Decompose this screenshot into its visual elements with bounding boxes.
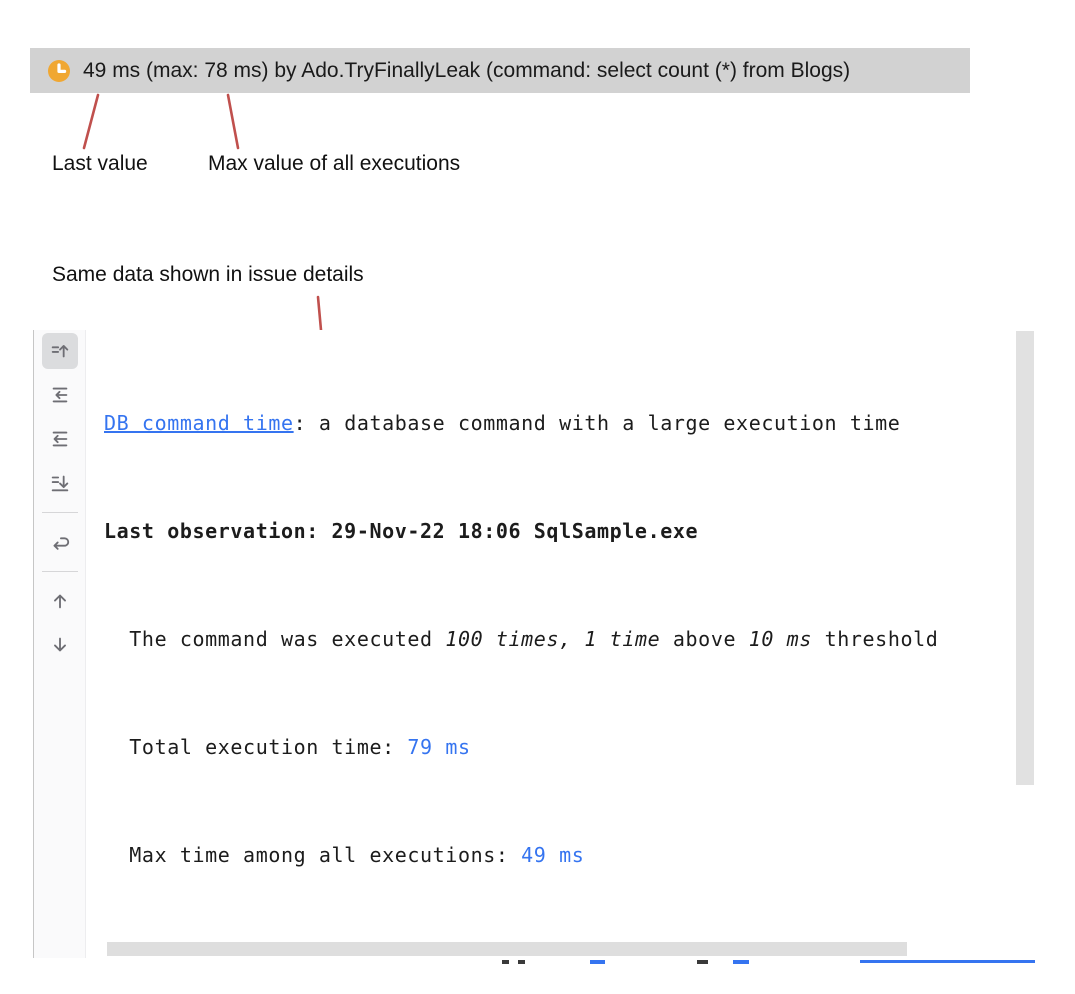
clipped-next-line [860,960,1035,963]
detail-line-max-time: Max time among all executions: 49 ms [104,837,1017,873]
step-out-down-icon[interactable] [42,465,78,501]
arrow-up-icon[interactable] [42,583,78,619]
issue-details-text: DB command time: a database command with… [104,333,1017,932]
issue-details-panel: DB command time: a database command with… [33,330,1035,958]
clipped-next-line [518,960,525,964]
max-value-label: Max value of all executions [208,152,460,176]
horizontal-scrollbar-thumb[interactable] [107,942,907,956]
clipped-next-line [502,960,509,964]
detail-line-title: DB command time: a database command with… [104,405,1017,441]
collapse-to-first-icon[interactable] [42,333,78,369]
clock-icon [46,58,72,84]
toolbar-divider [42,512,78,513]
detail-line-total-time: Total execution time: 79 ms [104,729,1017,765]
issue-details-label: Same data shown in issue details [52,263,364,287]
metric-value: 49 ms [521,843,584,867]
step-into-alt-icon[interactable] [42,421,78,457]
vertical-scrollbar-thumb[interactable] [1016,331,1034,785]
inline-metric-banner[interactable]: 49 ms (max: 78 ms) by Ado.TryFinallyLeak… [30,48,970,93]
banner-text: 49 ms (max: 78 ms) by Ado.TryFinallyLeak… [83,59,850,83]
issue-type-link[interactable]: DB command time [104,411,294,435]
annotation-line-max-value [228,95,238,148]
recursive-call-icon[interactable] [42,524,78,560]
metric-value: 79 ms [407,735,470,759]
annotation-line-last-value [84,95,98,148]
panel-toolbar [34,330,86,958]
clipped-next-line [733,960,749,964]
toolbar-divider [42,571,78,572]
issue-description: : a database command with a large execut… [294,411,901,435]
clipped-next-line [590,960,605,964]
step-into-icon[interactable] [42,377,78,413]
arrow-down-icon[interactable] [42,627,78,663]
clipped-next-line [697,960,708,964]
detail-line-last-observation: Last observation: 29-Nov-22 18:06 SqlSam… [104,513,1017,549]
detail-line-executed: The command was executed 100 times, 1 ti… [104,621,1017,657]
last-value-label: Last value [52,152,148,176]
